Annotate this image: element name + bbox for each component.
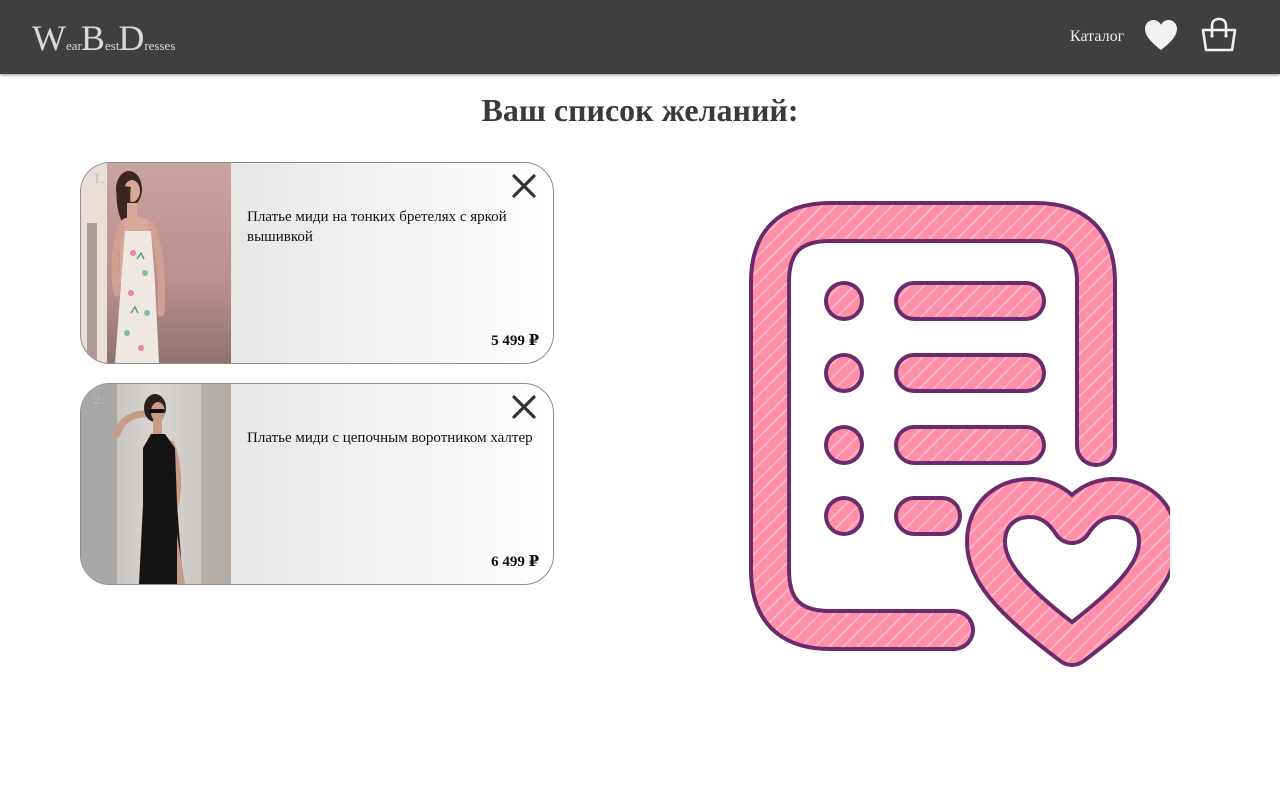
item-price: 5 499 ₽ <box>491 333 539 349</box>
page-title: Ваш список желаний: <box>481 92 799 128</box>
logo-letter-w: W <box>32 18 66 58</box>
item-number: 2. <box>93 392 105 408</box>
close-icon[interactable] <box>511 394 537 420</box>
logo-text-resses: resses <box>144 38 176 53</box>
item-name[interactable]: Платье миди с цепочным воротником халтер <box>247 428 537 448</box>
close-icon[interactable] <box>511 173 537 199</box>
dress-photo-black[interactable] <box>81 384 231 584</box>
nav-catalog-link[interactable]: Каталог <box>1070 28 1124 46</box>
shopping-bag-icon[interactable] <box>1199 16 1239 56</box>
heart-icon[interactable] <box>1143 18 1179 52</box>
wishlist-document-heart-icon <box>746 198 1179 668</box>
item-price: 6 499 ₽ <box>491 554 539 570</box>
item-number: 1. <box>93 171 105 187</box>
wishlist-item[interactable]: 2. Платье миди с цепочным воротником хал… <box>80 383 554 585</box>
site-header: WearBestDresses Каталог <box>0 0 1280 74</box>
logo-letter-b: B <box>80 18 105 58</box>
logo-letter-d: D <box>118 18 145 58</box>
dress-photo-floral[interactable] <box>81 163 231 363</box>
wishlist-item[interactable]: 1. Платье миди на тонких бретелях с ярко… <box>80 162 554 364</box>
site-logo[interactable]: WearBestDresses <box>32 18 176 58</box>
logo-text-ear: ear <box>65 38 82 53</box>
item-name[interactable]: Платье миди на тонких бретелях с яркой в… <box>247 207 537 247</box>
